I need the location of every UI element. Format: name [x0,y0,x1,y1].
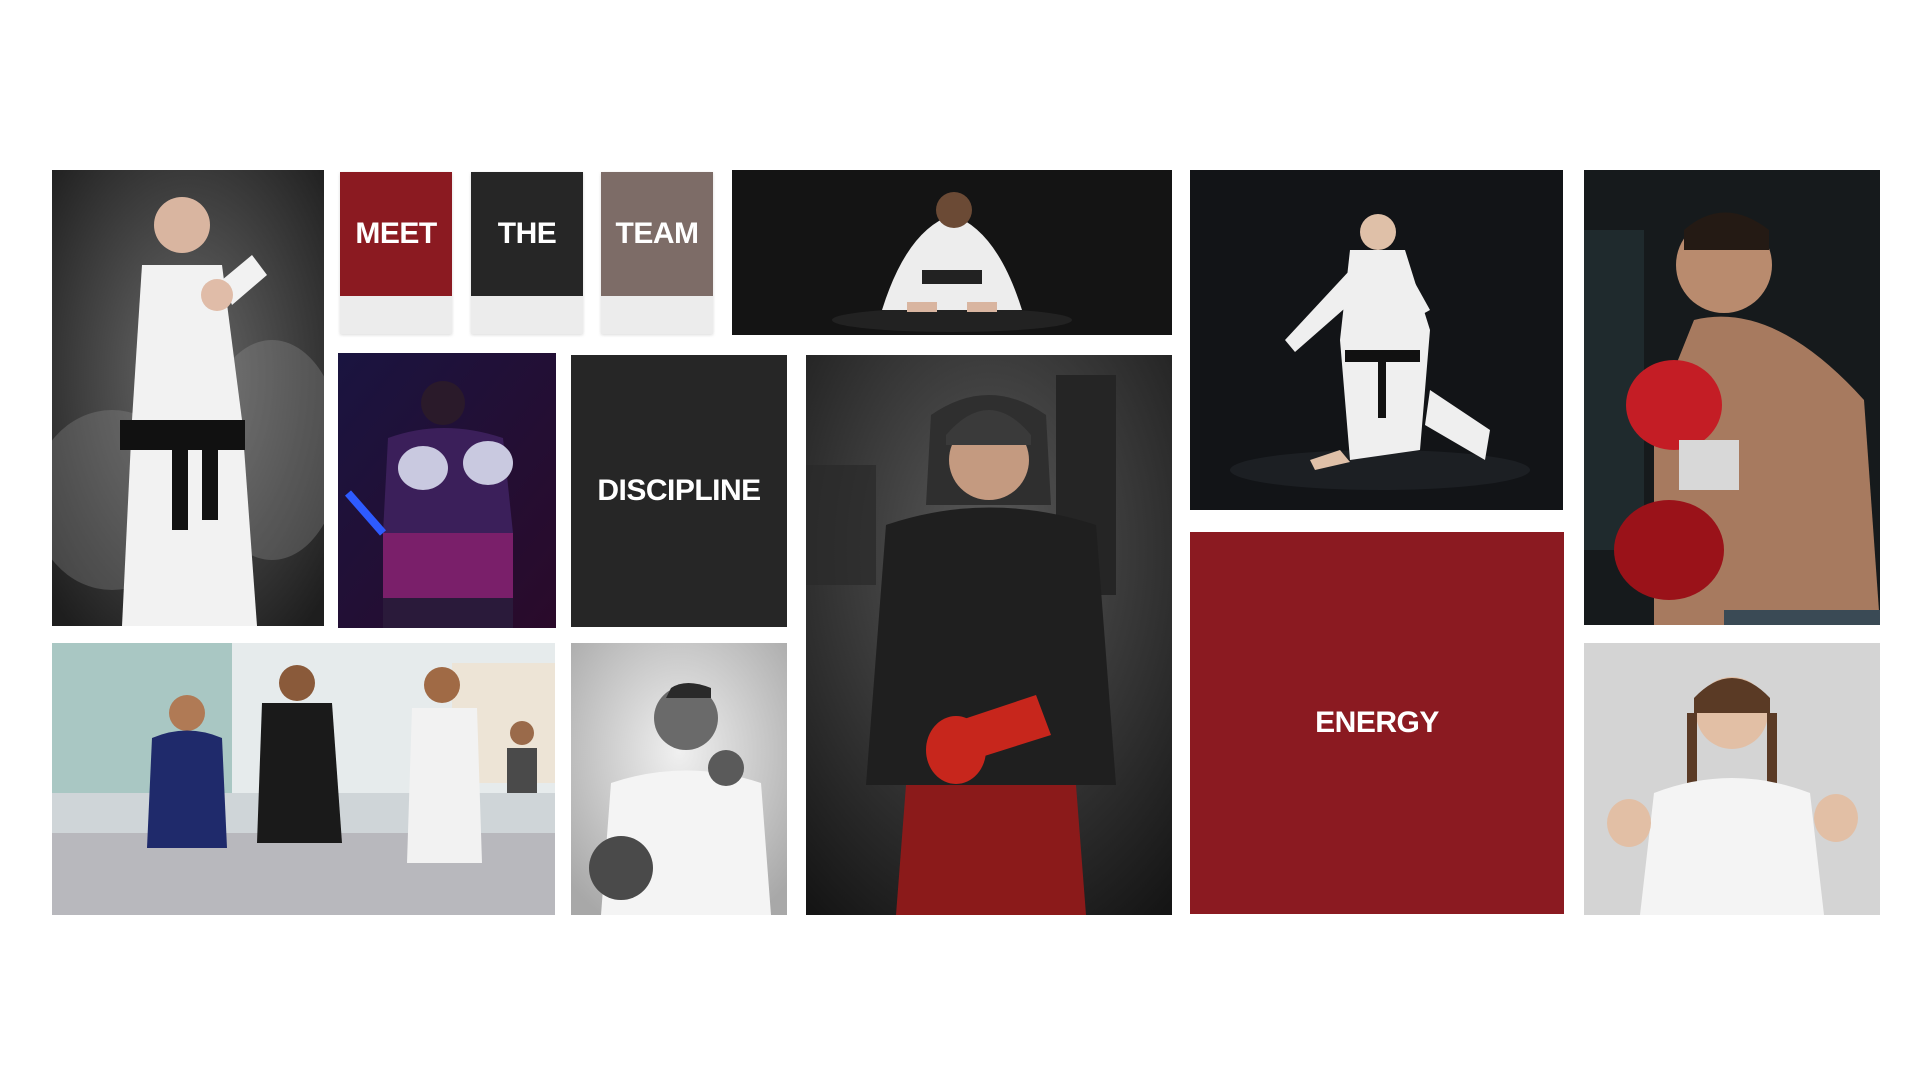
energy-tile: ENERGY [1190,532,1564,914]
braided-karate-woman-photo [1584,643,1880,915]
meet-card: MEET [340,172,452,334]
the-label: THE [497,217,557,250]
kneeling-girl-karate-photo [1190,170,1563,510]
energy-label: ENERGY [1315,706,1439,739]
meet-swatch: MEET [340,172,452,296]
team-label: TEAM [615,217,700,250]
the-swatch: THE [471,172,583,296]
boxer-red-gloves-photo [1584,170,1880,625]
kids-bjj-class-photo [52,643,555,915]
team-card: TEAM [601,172,713,334]
the-card: THE [471,172,583,334]
bw-karate-punch-photo [571,643,787,915]
moodboard-canvas: MEET THE TEAM DISCIPLINE ENERGY [0,0,1920,1080]
neon-boxer-photo [338,353,556,628]
kneeling-bow-photo [732,170,1172,335]
discipline-label: DISCIPLINE [597,474,761,507]
karate-woman-punch-photo [52,170,324,626]
meet-label: MEET [355,217,437,250]
hooded-fighter-photo [806,355,1172,915]
team-swatch: TEAM [601,172,713,296]
discipline-tile: DISCIPLINE [571,355,787,627]
